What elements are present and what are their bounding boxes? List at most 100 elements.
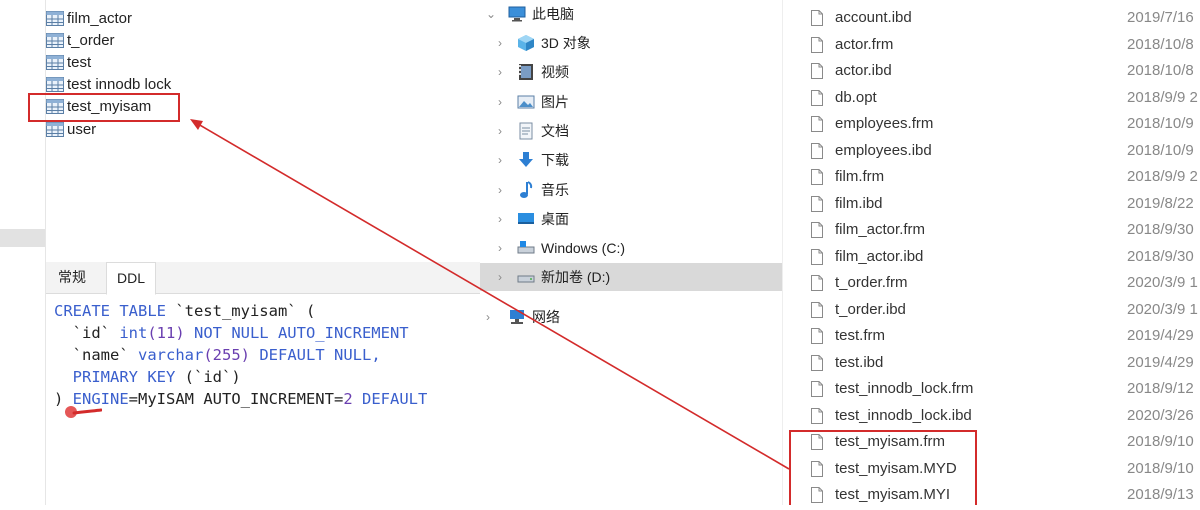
file-date: 2018/9/30 xyxy=(1127,247,1194,265)
file-date: 2019/4/29 xyxy=(1127,353,1194,371)
file-date: 2018/10/9 xyxy=(1127,141,1194,159)
file-row[interactable]: employees.ibd 2018/10/9 xyxy=(783,139,1200,166)
file-name: db.opt xyxy=(835,88,877,106)
file-icon xyxy=(811,36,823,53)
file-row[interactable]: db.opt 2018/9/9 2 xyxy=(783,86,1200,113)
file-name: actor.ibd xyxy=(835,62,892,79)
nav-item-drive-c[interactable]: › Windows (C:) xyxy=(480,234,782,262)
file-row[interactable]: film.ibd 2019/8/22 xyxy=(783,192,1200,219)
table-icon xyxy=(46,76,64,92)
table-icon xyxy=(46,10,64,26)
file-date: 2019/8/22 xyxy=(1127,194,1194,212)
ddl-keyword: PRIMARY KEY xyxy=(54,368,176,386)
chevron-right-icon[interactable]: › xyxy=(498,95,502,109)
chevron-right-icon[interactable]: › xyxy=(486,310,490,324)
nav-item-downloads[interactable]: › 下载 xyxy=(480,146,782,174)
table-item-test-innodb-lock[interactable]: test innodb lock xyxy=(46,73,171,95)
file-name: actor.frm xyxy=(835,35,894,53)
file-date: 2018/9/10 xyxy=(1127,459,1194,477)
file-date: 2018/9/13 xyxy=(1127,486,1194,503)
file-name: t_order.frm xyxy=(835,274,908,291)
download-icon xyxy=(519,152,533,167)
nav-item-documents[interactable]: › 文档 xyxy=(480,117,782,145)
drive-icon xyxy=(517,241,535,254)
document-icon xyxy=(519,122,533,140)
file-date: 2020/3/9 1 xyxy=(1127,300,1198,318)
nav-item-label: 文档 xyxy=(541,123,569,139)
file-row[interactable]: actor.frm 2018/10/8 xyxy=(783,33,1200,60)
left-gutter xyxy=(0,0,46,505)
chevron-right-icon[interactable]: › xyxy=(498,36,502,50)
file-name: test.ibd xyxy=(835,353,884,371)
file-name: employees.ibd xyxy=(835,141,932,159)
chevron-right-icon[interactable]: › xyxy=(498,212,502,226)
ddl-text: `test_myisam` ( xyxy=(165,302,316,320)
file-row[interactable]: test.frm 2019/4/29 xyxy=(783,324,1200,351)
table-icon xyxy=(46,121,64,137)
file-name: test.frm xyxy=(835,327,886,344)
tab-bar: 常规 DDL xyxy=(46,262,480,295)
file-name: film_actor.frm xyxy=(835,221,926,238)
nav-item-label: 音乐 xyxy=(541,182,569,198)
explorer-nav-pane: ⌄ 此电脑 › 3D 对象 › 视频 › 图片 › 文档 › 下载 › 音乐 ›… xyxy=(480,0,782,505)
file-row[interactable]: film.frm 2018/9/9 2 xyxy=(783,165,1200,192)
file-date: 2019/4/29 xyxy=(1127,327,1194,344)
ddl-number: (11) xyxy=(147,324,185,342)
ddl-keyword: DEFAULT NULL, xyxy=(250,346,381,364)
file-name: test_innodb_lock.ibd xyxy=(835,406,972,424)
file-row[interactable]: employees.frm 2018/10/9 xyxy=(783,112,1200,139)
tab-general[interactable]: 常规 xyxy=(48,262,96,293)
ddl-text: `id` xyxy=(54,324,120,342)
nav-item-network[interactable]: › 网络 xyxy=(480,303,782,331)
file-date: 2018/9/10 xyxy=(1127,433,1194,450)
nav-item-3d-objects[interactable]: › 3D 对象 xyxy=(480,29,782,57)
nav-item-music[interactable]: › 音乐 xyxy=(480,176,782,204)
file-date: 2018/10/8 xyxy=(1127,35,1194,53)
file-icon xyxy=(811,10,823,26)
chevron-right-icon[interactable]: › xyxy=(498,65,502,79)
file-name: account.ibd xyxy=(835,9,912,26)
file-row[interactable]: test.ibd 2019/4/29 xyxy=(783,351,1200,378)
chevron-right-icon[interactable]: › xyxy=(498,124,502,138)
desktop-icon xyxy=(518,213,534,224)
chevron-right-icon[interactable]: › xyxy=(498,241,502,255)
file-row[interactable]: test_innodb_lock.ibd 2020/3/26 xyxy=(783,404,1200,431)
file-icon xyxy=(811,63,823,79)
table-icon xyxy=(46,32,64,48)
nav-item-drive-d[interactable]: › 新加卷 (D:) xyxy=(480,263,782,291)
ddl-type: int xyxy=(119,324,148,342)
file-row[interactable]: film_actor.ibd 2018/9/30 xyxy=(783,245,1200,272)
file-row[interactable]: actor.ibd 2018/10/8 xyxy=(783,59,1200,86)
chevron-down-icon[interactable]: ⌄ xyxy=(486,7,496,21)
table-item-label: test xyxy=(67,53,92,71)
file-row[interactable]: test_innodb_lock.frm 2018/9/12 xyxy=(783,377,1200,404)
computer-icon xyxy=(508,6,526,22)
nav-item-label: 桌面 xyxy=(541,211,569,227)
file-icon xyxy=(811,222,823,238)
table-item-test[interactable]: test xyxy=(46,51,91,73)
nav-item-label: Windows (C:) xyxy=(541,240,626,256)
ddl-text: `name` xyxy=(54,346,138,364)
drive-icon xyxy=(517,275,535,283)
table-item-film-actor[interactable]: film_actor xyxy=(46,7,132,29)
file-row[interactable]: t_order.frm 2020/3/9 1 xyxy=(783,271,1200,298)
table-item-t-order[interactable]: t_order xyxy=(46,29,115,51)
ddl-number: (255) xyxy=(203,346,250,364)
nav-item-desktop[interactable]: › 桌面 xyxy=(480,205,782,233)
chevron-right-icon[interactable]: › xyxy=(498,153,502,167)
nav-item-this-pc[interactable]: ⌄ 此电脑 xyxy=(480,0,782,28)
file-date: 2019/7/16 xyxy=(1127,9,1194,26)
file-row[interactable]: account.ibd 2019/7/16 xyxy=(783,6,1200,33)
file-row[interactable]: film_actor.frm 2018/9/30 xyxy=(783,218,1200,245)
file-name: film.frm xyxy=(835,168,885,185)
file-icon xyxy=(811,407,823,424)
ddl-text: =MyISAM AUTO_INCREMENT= xyxy=(128,390,344,408)
chevron-right-icon[interactable]: › xyxy=(498,270,502,284)
file-name: test_innodb_lock.frm xyxy=(835,380,974,397)
nav-item-videos[interactable]: › 视频 xyxy=(480,58,782,86)
nav-item-pictures[interactable]: › 图片 xyxy=(480,88,782,116)
table-item-label: user xyxy=(67,120,97,138)
file-row[interactable]: t_order.ibd 2020/3/9 1 xyxy=(783,298,1200,325)
chevron-right-icon[interactable]: › xyxy=(498,183,502,197)
tab-ddl[interactable]: DDL xyxy=(106,262,157,295)
